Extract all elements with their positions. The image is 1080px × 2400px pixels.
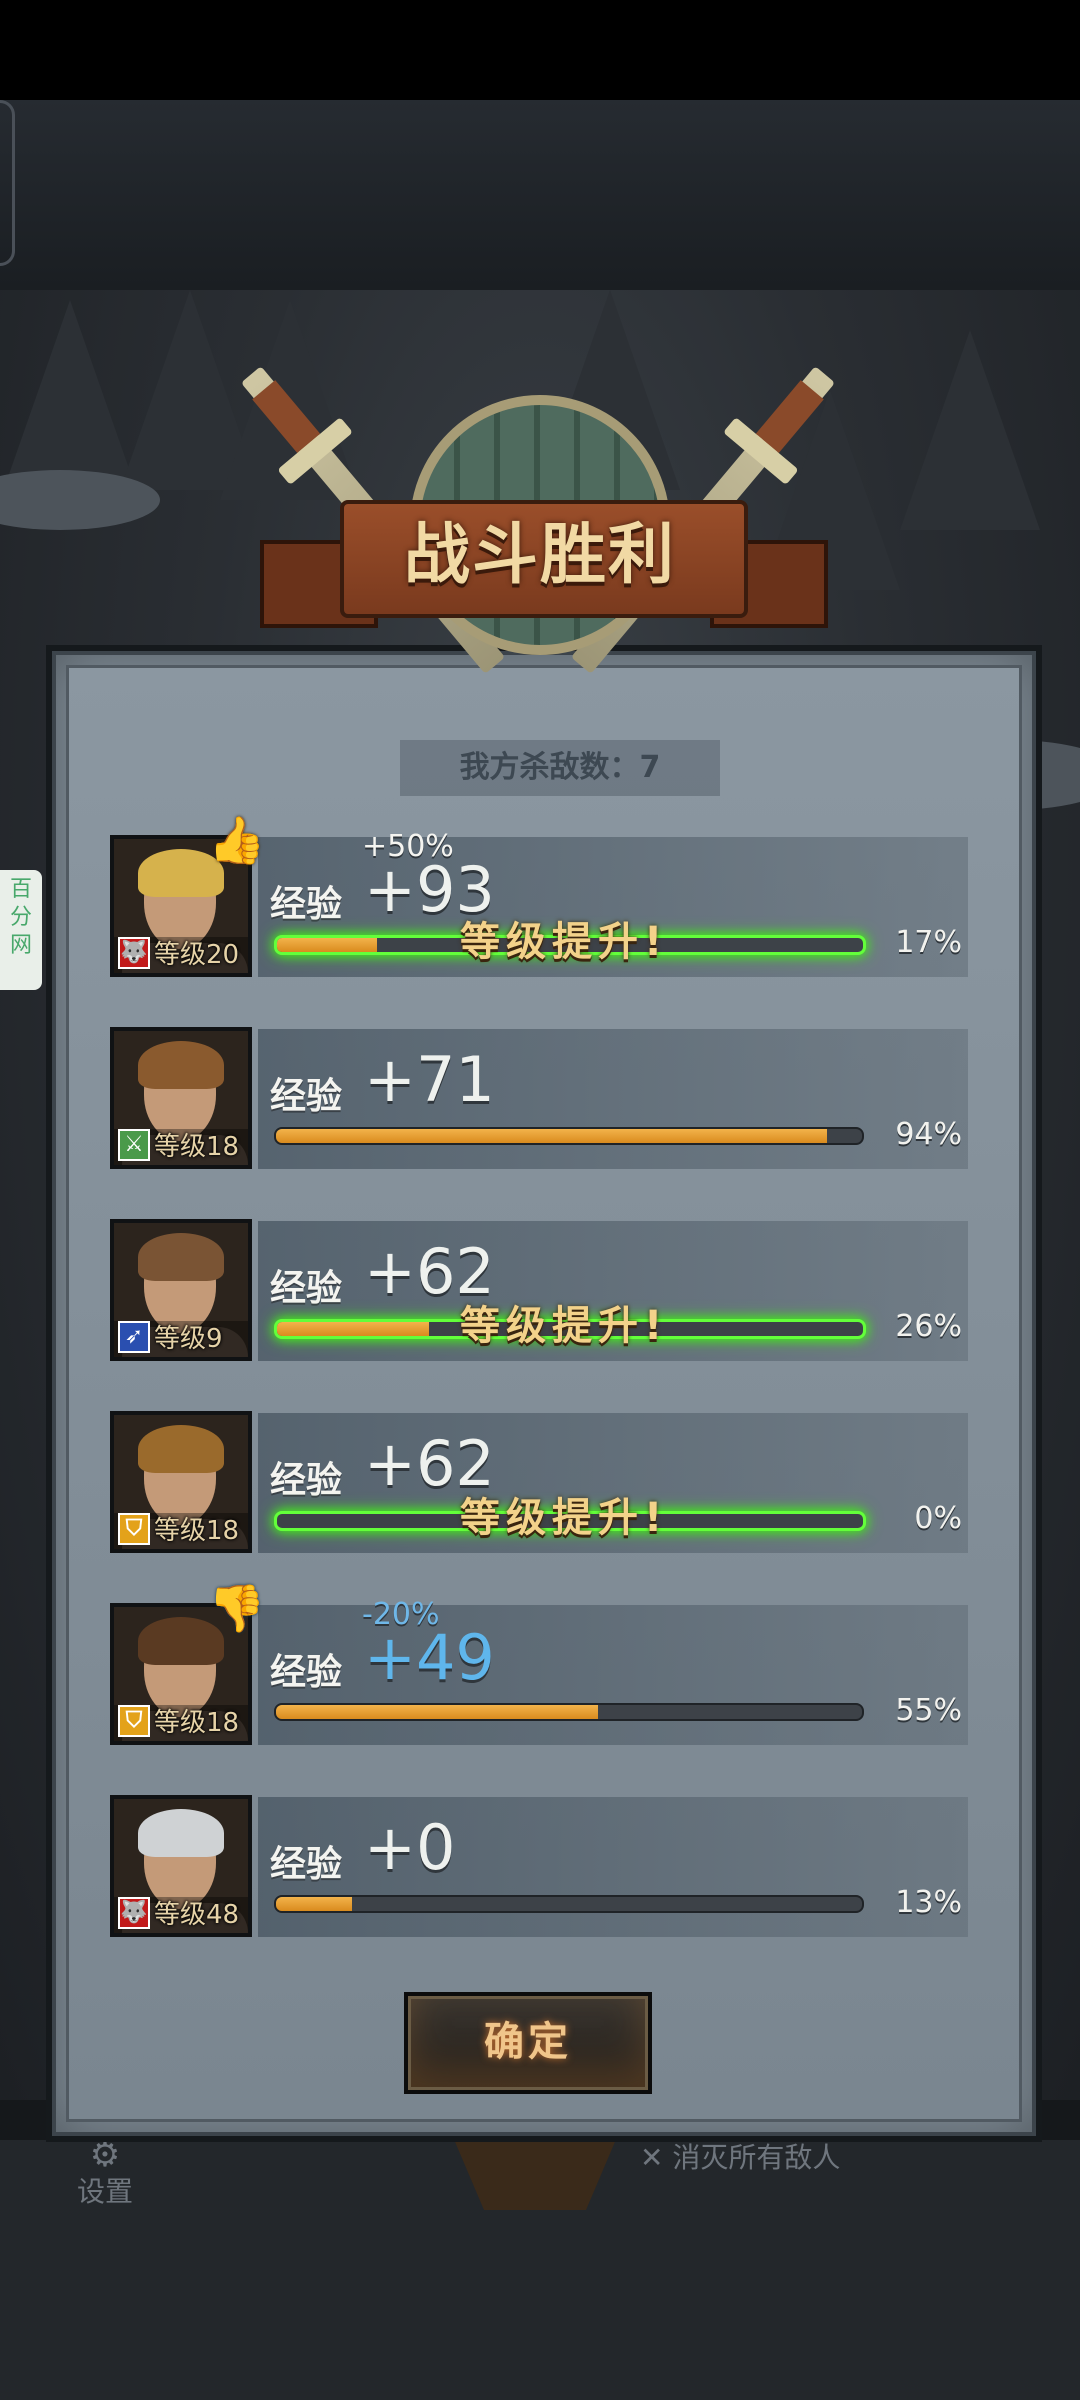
exp-progress-bar — [274, 1127, 864, 1145]
exp-label: 经验 — [270, 1460, 343, 1501]
hero-level: 等级18 — [154, 1132, 240, 1162]
exp-percent: 13% — [895, 1885, 962, 1920]
hero-row: ⚔ 等级18 经验 +71 94% — [110, 1027, 968, 1175]
gear-icon: ⚙ — [89, 2135, 121, 2175]
shield-icon: ⛉ — [118, 1513, 150, 1545]
top-bar-tab-edge — [0, 100, 15, 266]
hero-row: 🐺 等级20 👍 经验 +93 +50% 等级提升! 17% — [110, 813, 968, 983]
side-watermark-tag: 百分网 — [0, 870, 42, 990]
exp-percent: 94% — [895, 1117, 962, 1152]
exp-percent: 17% — [895, 925, 962, 960]
crossed-swords-icon: ⚔ — [118, 1129, 150, 1161]
spear-icon: ➶ — [118, 1321, 150, 1353]
wolf-icon: 🐺 — [118, 937, 150, 969]
victory-emblem: 战斗胜利 — [240, 320, 836, 720]
hero-portrait[interactable]: ⛉ 等级18 — [110, 1411, 252, 1553]
exp-label: 经验 — [270, 1076, 343, 1117]
exp-label: 经验 — [270, 1844, 343, 1885]
level-up-text: 等级提升! — [460, 1495, 669, 1541]
thumbs-down-icon: 👎 — [208, 1581, 266, 1635]
wolf-icon: 🐺 — [118, 1897, 150, 1929]
exp-label: 经验 — [270, 1652, 343, 1693]
objective-text: ✕ 消灭所有敌人 — [640, 2141, 841, 2174]
shield-icon: ⛉ — [118, 1705, 150, 1737]
hero-level: 等级20 — [154, 940, 240, 970]
exp-bonus: +50% — [362, 829, 454, 864]
exp-progress-fill — [277, 1322, 430, 1336]
hero-portrait[interactable]: ⚔ 等级18 — [110, 1027, 252, 1169]
status-bar — [0, 0, 1080, 100]
hero-row: ⛉ 等级18 经验 +62 等级提升! 0% — [110, 1411, 968, 1559]
confirm-button[interactable]: 确定 — [404, 1992, 652, 2094]
hero-portrait[interactable]: ➶ 等级9 — [110, 1219, 252, 1361]
hero-row: ⛉ 等级18 👎 经验 +49 -20% 55% — [110, 1581, 968, 1751]
exp-bonus: -20% — [362, 1597, 440, 1632]
hero-level: 等级18 — [154, 1708, 240, 1738]
exp-gain: +0 — [364, 1811, 456, 1884]
exp-percent: 55% — [895, 1693, 962, 1728]
settings-button[interactable]: ⚙ 设置 — [60, 2135, 150, 2208]
victory-title: 战斗胜利 — [404, 516, 676, 593]
hero-row: ➶ 等级9 经验 +62 等级提升! 26% — [110, 1219, 968, 1367]
exp-label: 经验 — [270, 884, 343, 925]
hero-level: 等级48 — [154, 1900, 240, 1930]
settings-label: 设置 — [76, 2175, 133, 2208]
hero-row: 🐺 等级48 经验 +0 13% — [110, 1795, 968, 1943]
level-up-text: 等级提升! — [460, 1303, 669, 1349]
top-bar — [0, 100, 1080, 290]
exp-percent: 0% — [914, 1501, 962, 1536]
exp-percent: 26% — [895, 1309, 962, 1344]
objective-icon: ✕ — [640, 2141, 673, 2174]
exp-gain: +71 — [364, 1043, 495, 1116]
exp-progress-bar — [274, 1703, 864, 1721]
hero-level: 等级9 — [154, 1324, 223, 1354]
exp-progress-fill — [277, 938, 377, 952]
hero-level: 等级18 — [154, 1516, 240, 1546]
exp-progress-fill — [276, 1129, 827, 1143]
level-up-text: 等级提升! — [460, 919, 669, 965]
exp-progress-bar — [274, 1895, 864, 1913]
kill-count: 我方杀敌数：7 — [459, 750, 661, 785]
hero-portrait[interactable]: 🐺 等级48 — [110, 1795, 252, 1937]
exp-progress-fill — [276, 1897, 353, 1911]
exp-label: 经验 — [270, 1268, 343, 1309]
thumbs-up-icon: 👍 — [208, 813, 266, 867]
exp-progress-fill — [276, 1705, 599, 1719]
